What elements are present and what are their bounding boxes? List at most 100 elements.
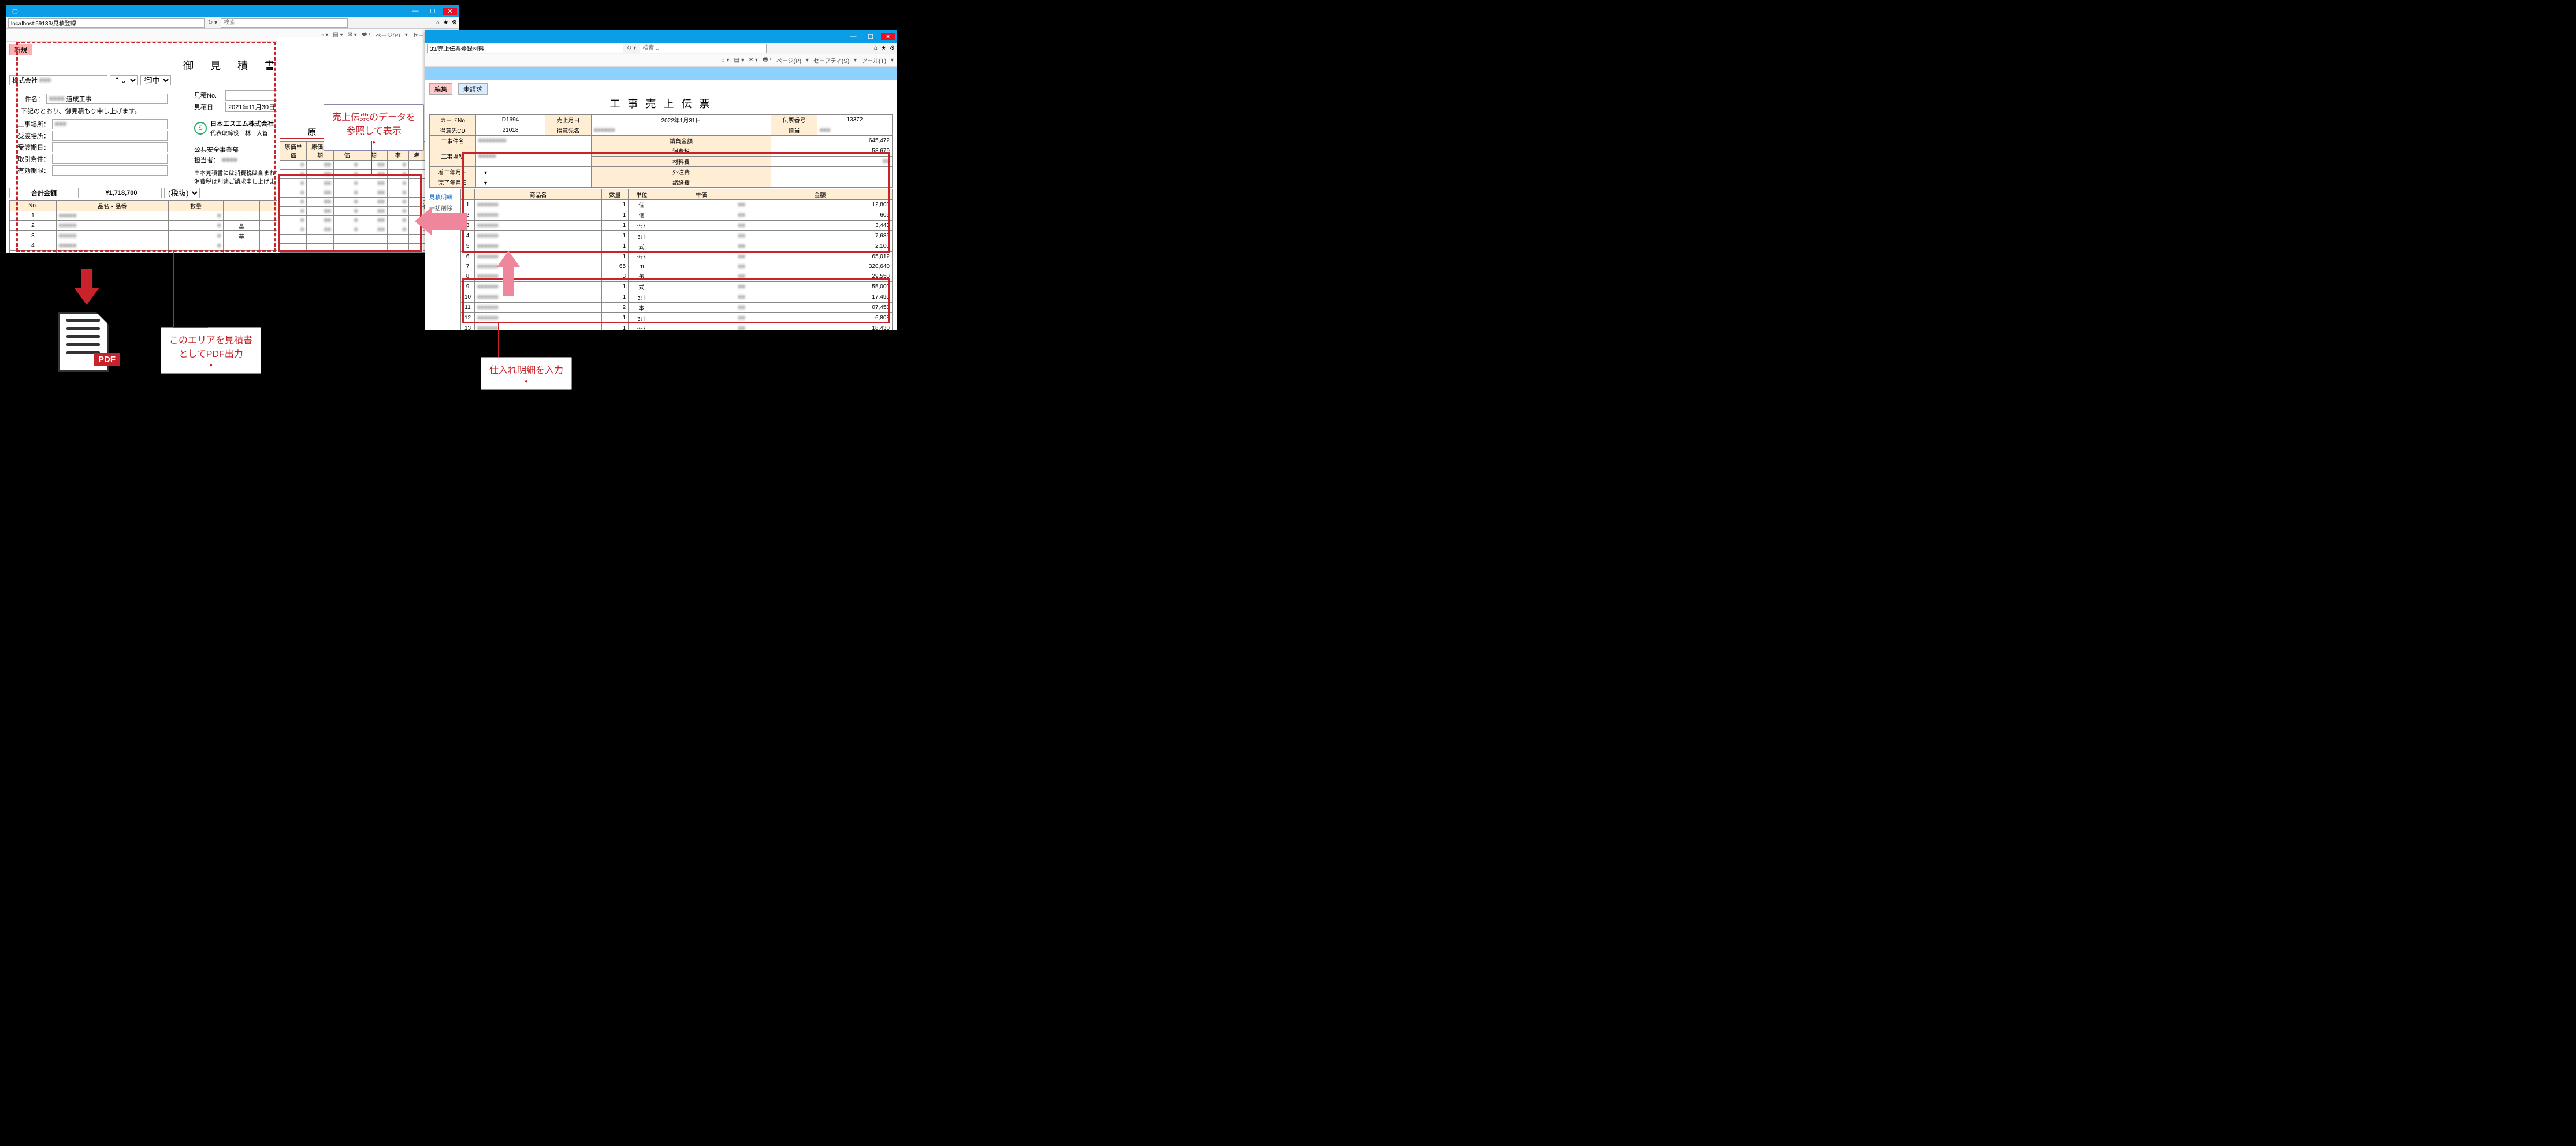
subject-field[interactable]: ■■■■ 道成工事 xyxy=(46,94,168,104)
callout-line-1 xyxy=(371,141,372,176)
site-label: 工事場所： xyxy=(9,120,50,129)
table-row[interactable]: ■■■■■■■ xyxy=(280,225,425,235)
col-header: No. xyxy=(10,201,57,211)
sales-slip-window: — ☐ ✕ ↻ ▾ ⌂ ★ ⚙ ⌂ ▾ ▤ ▾ ✉ ▾ 🖶 ▾ ページ(P)▾ … xyxy=(425,30,897,330)
close-button-2[interactable]: ✕ xyxy=(881,33,895,40)
site-field[interactable]: ■■■ xyxy=(52,119,168,129)
terms-label: 取引条件： xyxy=(9,154,50,163)
col-header: 数量 xyxy=(168,201,223,211)
total-value: ¥1,718,700 xyxy=(81,188,162,198)
gear-icon[interactable]: ⚙ xyxy=(452,20,457,26)
pdf-icon: PDF xyxy=(58,312,116,372)
table-row[interactable]: ■■■■■■■ xyxy=(280,179,425,188)
close-button[interactable]: ✕ xyxy=(443,8,457,15)
minimize-button-2[interactable]: — xyxy=(846,33,860,40)
table-row[interactable]: ■■■■■■■ xyxy=(280,161,425,170)
slip-header-table: カードNoD1694 売上月日2022年1月31日 伝票番号13372 得意先C… xyxy=(429,114,893,188)
valid-label: 有効期限： xyxy=(9,166,50,175)
callout-reference: 売上伝票のデータを参照して表示 xyxy=(324,104,424,151)
issuer-rep: 代表取締役 林 大智 xyxy=(210,128,274,137)
ie-toolbar-2: ⌂ ▾ ▤ ▾ ✉ ▾ 🖶 ▾ ページ(P)▾ セーフティ(S)▾ ツール(T)… xyxy=(425,54,897,67)
tool-menu-2[interactable]: ツール(T) xyxy=(861,56,886,65)
staff-label: 担当者： xyxy=(194,155,220,165)
customer-label: 株式会社 xyxy=(12,76,38,85)
search-input-2[interactable] xyxy=(640,44,767,53)
home-icon-4[interactable]: ⌂ ▾ xyxy=(722,57,730,64)
home-icon-3[interactable]: ⌂ xyxy=(874,45,878,51)
due-label: 受渡期日： xyxy=(9,143,50,152)
nav-mitsumori[interactable]: 見積明細 xyxy=(429,192,460,201)
arrow-down xyxy=(74,288,99,305)
callout-shiire: 仕入れ明細を入力 xyxy=(481,357,572,390)
table-row[interactable]: 8■■■■■■3缶■■29,550 xyxy=(461,271,893,282)
feed-icon-2[interactable]: ▤ ▾ xyxy=(734,57,744,64)
issuer-name: 日本エスエム株式会社 xyxy=(210,119,274,128)
edit-badge: 編集 xyxy=(429,83,452,95)
table-row[interactable]: 2■■■■■■1個■■609 xyxy=(461,210,893,221)
logo-icon: S xyxy=(194,122,207,135)
table-row[interactable]: ■■■■■■■ xyxy=(280,170,425,179)
minimize-button[interactable]: — xyxy=(408,8,422,14)
table-row[interactable]: 1■■■■■■1個■■12,800 xyxy=(461,200,893,210)
table-row[interactable]: 10■■■■■■1ｾｯﾄ■■17,490 xyxy=(461,292,893,303)
address-bar: ↻ ▾ ⌂ ★ ⚙ xyxy=(6,17,459,29)
table-row[interactable]: ■■■■■■■ xyxy=(280,207,425,216)
table-row[interactable] xyxy=(280,235,425,244)
table-row[interactable]: 3■■■■■■1ｾｯﾄ■■3,443 xyxy=(461,221,893,231)
url-input[interactable] xyxy=(8,18,205,28)
refresh-icon[interactable]: ↻ ▾ xyxy=(208,20,217,26)
table-row[interactable]: 7■■■■■■65m■■320,640 xyxy=(461,262,893,271)
customer-stepper[interactable]: ⌃⌄ xyxy=(110,75,138,85)
callout-line-2 xyxy=(173,252,174,328)
table-row[interactable]: 12■■■■■■1ｾｯﾄ■■6,808 xyxy=(461,313,893,323)
table-row[interactable]: 5■■■■■■1式■■2,100 xyxy=(461,241,893,252)
table-row[interactable] xyxy=(280,244,425,253)
table-row[interactable]: ■■■■■■■ xyxy=(280,216,425,225)
table-row[interactable]: 11■■■■■■2本■■07,450 xyxy=(461,303,893,313)
callout-line-2b xyxy=(173,327,208,328)
address-bar-2: ↻ ▾ ⌂ ★ ⚙ xyxy=(425,43,897,54)
tax-select[interactable]: (税抜) xyxy=(164,188,200,198)
valid-field[interactable] xyxy=(52,165,168,176)
cost-table: 原価単価原価金額粗利単価粗利金額粗利率備考 ■■■■■■■■■■■■■■■■■■… xyxy=(280,141,425,253)
estno-label: 見積No. xyxy=(194,91,223,100)
onchu-select[interactable]: 御中 xyxy=(140,75,171,85)
maximize-button[interactable]: ☐ xyxy=(426,8,440,15)
page-menu-2[interactable]: ページ(P) xyxy=(776,56,801,65)
callout-line-3 xyxy=(498,323,499,357)
table-row[interactable]: 13■■■■■■1ｾｯﾄ■■18,430 xyxy=(461,323,893,331)
window-titlebar-2: — ☐ ✕ xyxy=(425,30,897,43)
quote-note: 下記のとおり、御見積もり申し上げます。 xyxy=(21,106,183,116)
fav-icon[interactable]: ★ xyxy=(443,20,448,26)
col-header xyxy=(224,201,259,211)
table-row[interactable]: 9■■■■■■1式■■55,000 xyxy=(461,282,893,292)
gear-icon-2[interactable]: ⚙ xyxy=(890,45,895,51)
fav-icon-2[interactable]: ★ xyxy=(881,45,886,51)
print-icon-2[interactable]: 🖶 ▾ xyxy=(763,55,772,65)
subject-label: 件名： xyxy=(9,94,44,103)
bill-badge: 未請求 xyxy=(458,83,488,95)
arrow-up xyxy=(497,251,520,267)
table-row[interactable]: ■■■■■■■ xyxy=(280,198,425,207)
safety-menu-2[interactable]: セーフティ(S) xyxy=(813,56,849,65)
callout-pdf: このエリアを見積書としてPDF出力 xyxy=(161,327,261,374)
home-icon[interactable]: ⌂ xyxy=(436,20,440,26)
table-row[interactable]: 4■■■■■■1ｾｯﾄ■■7,685 xyxy=(461,231,893,241)
customer-field[interactable]: 株式会社 ■■■ xyxy=(9,75,107,85)
slip-title: 工 事 売 上 伝 票 xyxy=(429,96,893,111)
refresh-icon-2[interactable]: ↻ ▾ xyxy=(627,45,636,51)
table-row[interactable]: 6■■■■■■1ｾｯﾄ■■65,012 xyxy=(461,252,893,262)
recv-field[interactable] xyxy=(52,131,168,141)
mail-icon-2[interactable]: ✉ ▾ xyxy=(749,57,758,64)
due-field[interactable] xyxy=(52,142,168,152)
mode-badge: 新規 xyxy=(9,44,32,55)
app-icon: ▢ xyxy=(8,8,22,15)
search-input[interactable] xyxy=(221,18,348,28)
maximize-button-2[interactable]: ☐ xyxy=(864,33,878,40)
estdate-label: 見積日 xyxy=(194,102,223,111)
terms-field[interactable] xyxy=(52,154,168,164)
table-row[interactable]: ■■■■■■■ xyxy=(280,188,425,198)
blue-ribbon xyxy=(425,67,897,80)
url-input-2[interactable] xyxy=(427,44,623,53)
col-header: 品名・品番 xyxy=(56,201,168,211)
